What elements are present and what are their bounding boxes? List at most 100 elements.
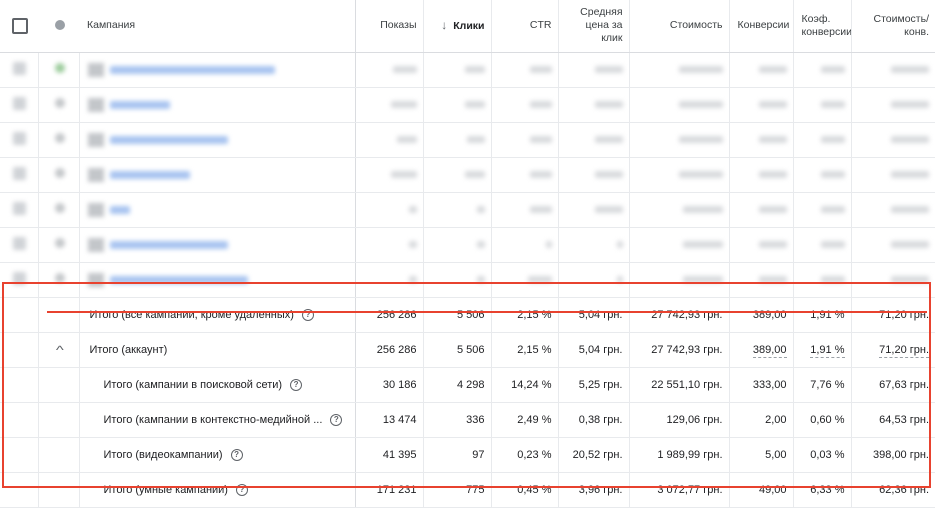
total-conv-rate: 1,91 % — [792, 332, 851, 368]
total-ctr: 0,45 % — [490, 472, 558, 508]
total-cost: 3 072,77 грн. — [628, 472, 729, 508]
total-avg-cpc: 3,96 грн. — [557, 472, 629, 508]
total-clicks: 775 — [422, 472, 491, 508]
total-cost: 129,06 грн. — [628, 402, 729, 438]
total-avg-cpc: 5,04 грн. — [557, 297, 629, 333]
total-label: Итого (все кампании, кроме удаленных) — [89, 308, 294, 321]
campaign-link[interactable] — [78, 157, 356, 193]
total-label: Итого (умные кампании) — [103, 483, 228, 496]
total-conv-rate: 0,03 % — [792, 437, 851, 473]
campaign-link[interactable] — [78, 192, 356, 228]
help-circle-icon[interactable]: ? — [235, 483, 248, 496]
total-ctr: 2,15 % — [490, 297, 558, 333]
total-cost-per-conv: 62,36 грн. — [850, 472, 935, 508]
total-row-search: Итого (кампании в поисковой сети)? 30 18… — [0, 367, 935, 403]
help-circle-icon[interactable]: ? — [330, 413, 343, 426]
total-clicks: 5 506 — [422, 332, 491, 368]
status-header[interactable] — [38, 0, 79, 53]
total-label: Итого (кампании в контекстно-медийной ..… — [103, 413, 323, 426]
select-all-checkbox[interactable] — [12, 17, 28, 34]
header-avg-cpc[interactable]: Средняя цена за клик — [557, 0, 629, 53]
table-row[interactable] — [0, 227, 935, 263]
total-conv-rate: 7,76 % — [792, 367, 851, 403]
row-status — [37, 227, 79, 263]
campaign-link[interactable] — [78, 262, 356, 298]
row-checkbox[interactable] — [0, 52, 38, 88]
row-checkbox[interactable] — [0, 122, 38, 158]
total-cost: 1 989,99 грн. — [628, 437, 729, 473]
collapse-cell: ^ — [37, 332, 79, 368]
total-label-cell: Итого (видеокампании)? — [78, 437, 356, 473]
total-cost-per-conv: 71,20 грн. — [850, 297, 935, 333]
table-row[interactable] — [0, 122, 935, 158]
help-circle-icon[interactable]: ? — [301, 308, 314, 321]
row-checkbox[interactable] — [0, 227, 38, 263]
total-row-display: Итого (кампании в контекстно-медийной ..… — [0, 402, 935, 438]
total-label: Итого (видеокампании) — [103, 448, 223, 461]
total-conversions: 333,00 — [728, 367, 793, 403]
total-impressions: 256 286 — [354, 297, 423, 333]
total-cost-per-conv: 398,00 грн. — [850, 437, 935, 473]
total-impressions: 41 395 — [354, 437, 423, 473]
total-avg-cpc: 20,52 грн. — [557, 437, 629, 473]
total-conversions: 5,00 — [728, 437, 793, 473]
total-avg-cpc: 5,25 грн. — [557, 367, 629, 403]
campaign-link[interactable] — [78, 52, 356, 88]
row-status — [37, 52, 79, 88]
row-checkbox[interactable] — [0, 157, 38, 193]
table-row[interactable] — [0, 157, 935, 193]
arrow-down-icon: ↓ — [441, 17, 448, 32]
campaign-table: Кампания Показы ↓ Клики CTR Средняя цена … — [0, 0, 935, 508]
table-row[interactable] — [0, 87, 935, 123]
header-conversions[interactable]: Конверсии — [728, 0, 793, 53]
total-label-cell: Итого (кампании в поисковой сети)? — [78, 367, 356, 403]
header-campaign[interactable]: Кампания — [79, 0, 356, 53]
total-label-cell: Итого (аккаунт) — [78, 332, 356, 368]
total-conv-rate: 1,91 % — [792, 297, 851, 333]
row-checkbox[interactable] — [0, 87, 38, 123]
total-label-cell: Итого (кампании в контекстно-медийной ..… — [78, 402, 356, 438]
total-row-video: Итого (видеокампании)? 41 395 97 0,23 % … — [0, 437, 935, 473]
total-cost: 27 742,93 грн. — [628, 332, 729, 368]
header-conv-rate[interactable]: Коэф. конверсии — [792, 0, 851, 53]
table-row[interactable] — [0, 262, 935, 298]
campaign-link[interactable] — [78, 87, 356, 123]
campaign-link[interactable] — [78, 122, 356, 158]
header-ctr[interactable]: CTR — [490, 0, 558, 53]
row-status — [37, 157, 79, 193]
total-cost-per-conv: 64,53 грн. — [850, 402, 935, 438]
status-dot-icon — [54, 20, 65, 31]
header-cost-per-conv[interactable]: Стоимость/ конв. — [850, 0, 935, 53]
row-checkbox[interactable] — [0, 192, 38, 228]
header-cost[interactable]: Стоимость — [628, 0, 729, 53]
row-checkbox[interactable] — [0, 262, 38, 298]
help-circle-icon[interactable]: ? — [290, 378, 303, 391]
total-clicks: 4 298 — [422, 367, 491, 403]
total-avg-cpc: 5,04 грн. — [557, 332, 629, 368]
total-impressions: 171 231 — [354, 472, 423, 508]
table-header: Кампания Показы ↓ Клики CTR Средняя цена … — [0, 0, 935, 53]
help-circle-icon[interactable]: ? — [230, 448, 243, 461]
header-clicks-label: Клики — [453, 19, 485, 32]
table-row[interactable] — [0, 52, 935, 88]
header-impressions[interactable]: Показы — [354, 0, 423, 53]
total-conversions: 49,00 — [728, 472, 793, 508]
campaign-link[interactable] — [78, 227, 356, 263]
total-clicks: 5 506 — [422, 297, 491, 333]
row-status — [37, 262, 79, 298]
total-label: Итого (кампании в поисковой сети) — [103, 378, 283, 391]
table-row[interactable] — [0, 192, 935, 228]
total-conversions: 2,00 — [728, 402, 793, 438]
total-cost-per-conv: 67,63 грн. — [850, 367, 935, 403]
header-clicks[interactable]: ↓ Клики — [422, 0, 491, 53]
total-avg-cpc: 0,38 грн. — [557, 402, 629, 438]
chevron-up-icon[interactable]: ^ — [56, 343, 64, 357]
total-conv-rate: 6,33 % — [792, 472, 851, 508]
row-status — [37, 192, 79, 228]
total-impressions: 13 474 — [354, 402, 423, 438]
row-status — [37, 87, 79, 123]
row-status — [37, 122, 79, 158]
total-label: Итого (аккаунт) — [89, 343, 168, 356]
total-conversions: 389,00 — [728, 297, 793, 333]
total-cost-per-conv: 71,20 грн. — [850, 332, 935, 368]
